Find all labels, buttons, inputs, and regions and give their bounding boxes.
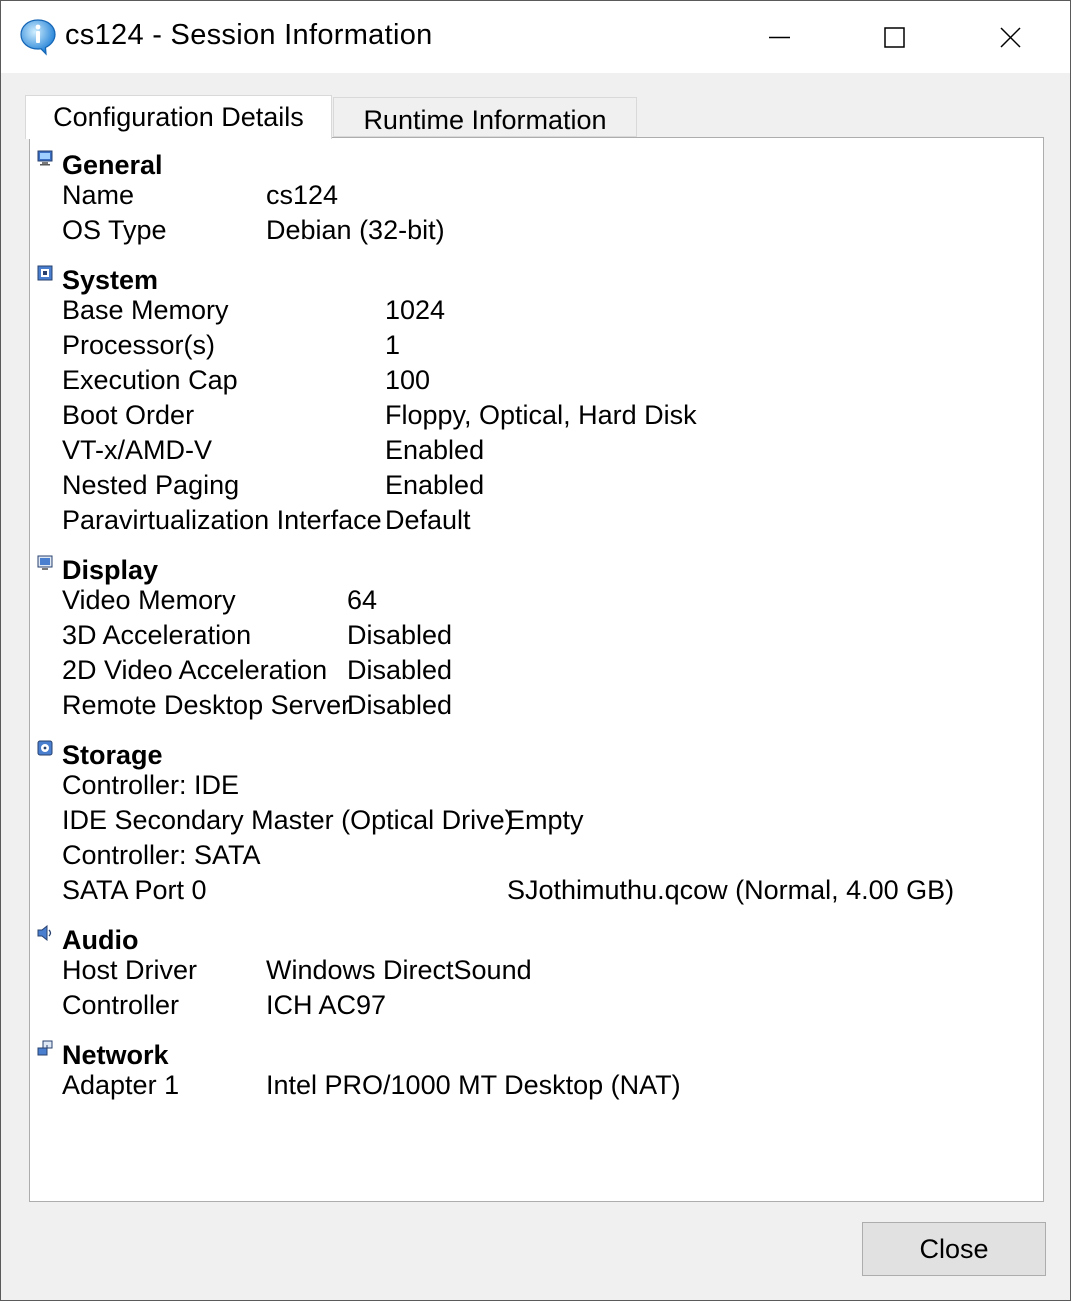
section-title: Audio: [62, 925, 139, 955]
section-title: Display: [62, 555, 159, 585]
section-title: Network: [62, 1040, 169, 1070]
tab-label: Runtime Information: [363, 105, 607, 135]
tab-label: Configuration Details: [53, 102, 304, 132]
tab-configuration-details[interactable]: Configuration Details: [25, 95, 332, 139]
maximize-icon: [884, 27, 905, 48]
close-icon: [1000, 27, 1021, 48]
network-icon: [37, 1040, 53, 1056]
maximize-button[interactable]: [837, 1, 953, 73]
minimize-button[interactable]: [721, 1, 837, 73]
configuration-details-panel[interactable]: General Name cs124 OS Type Debian (32-bi…: [29, 137, 1044, 1202]
info-balloon-icon: [19, 18, 57, 56]
tab-runtime-information[interactable]: Runtime Information: [333, 97, 637, 137]
session-information-window: cs124 - Session Information Configuratio…: [0, 0, 1071, 1301]
window-title: cs124 - Session Information: [65, 19, 433, 51]
speaker-icon: [37, 924, 53, 942]
close-button[interactable]: Close: [862, 1222, 1046, 1276]
window-close-button[interactable]: [953, 1, 1069, 73]
section-title: Storage: [62, 740, 163, 770]
storage-disk-icon: [37, 740, 53, 756]
display-icon: [37, 555, 53, 571]
section-title: System: [62, 265, 159, 295]
general-monitor-icon: [37, 150, 53, 166]
chip-icon: [37, 265, 53, 281]
title-bar: cs124 - Session Information: [1, 1, 1070, 73]
section-title: General: [62, 150, 163, 180]
